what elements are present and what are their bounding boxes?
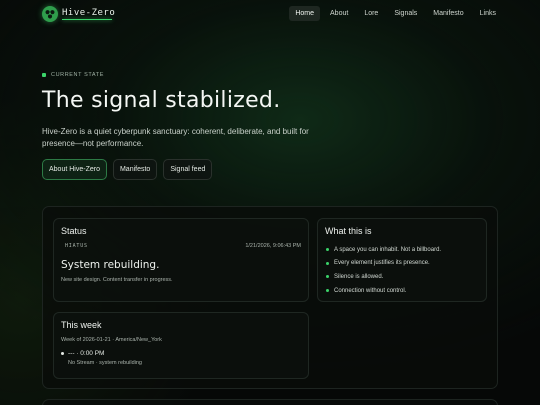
nav-manifesto[interactable]: Manifesto (427, 6, 469, 21)
bullet-icon (326, 289, 329, 293)
status-dot-icon (42, 73, 46, 77)
bullet-icon (326, 261, 329, 265)
manifesto-button[interactable]: Manifesto (112, 159, 158, 180)
status-headline: System rebuilding. (61, 259, 160, 271)
status-description: New site design. Content transfer in pro… (61, 277, 173, 283)
list-item: Every element justifies its presence. (326, 257, 441, 271)
kicker-label: CURRENT STATE (51, 72, 105, 78)
list-item-text: Every element justifies its presence. (334, 260, 430, 267)
nav-home[interactable]: Home (289, 6, 321, 21)
what-list: A space you can inhabit. Not a billboard… (326, 243, 441, 297)
week-range: Week of 2026-01-21 · America/New_York (61, 337, 162, 343)
hero-title: The signal stabilized. (42, 88, 281, 113)
hero-actions: About Hive-Zero Manifesto Signal feed (42, 159, 213, 180)
what-this-is-card: What this is A space you can inhabit. No… (317, 218, 487, 302)
nav-links[interactable]: Links (474, 6, 502, 21)
list-item-text: Silence is allowed. (334, 273, 384, 280)
nav-about[interactable]: About (324, 6, 354, 21)
what-card-title: What this is (325, 226, 372, 236)
hero-subtitle: Hive-Zero is a quiet cyberpunk sanctuary… (42, 127, 309, 148)
week-card-title: This week (61, 320, 102, 330)
list-item: Silence is allowed. (326, 270, 441, 284)
status-card-title: Status (61, 226, 87, 236)
main-nav: Home About Lore Signals Manifesto Links (289, 6, 502, 21)
schedule-entry-time: --- · 0:00 PM (68, 350, 105, 357)
current-state-kicker: CURRENT STATE (42, 72, 104, 78)
schedule-entry: --- · 0:00 PM No Stream · system rebuild… (61, 350, 142, 366)
next-panel-edge (42, 399, 498, 405)
site-header: Hive-Zero Home About Lore Signals Manife… (0, 0, 540, 28)
signal-feed-button[interactable]: Signal feed (163, 159, 213, 180)
schedule-entry-note: No Stream · system rebuilding (68, 360, 142, 366)
bullet-icon (326, 275, 329, 279)
site-logo-text[interactable]: Hive-Zero (62, 8, 115, 18)
bullet-icon (326, 248, 329, 252)
list-item: Connection without control. (326, 284, 441, 298)
list-item-text: Connection without control. (334, 287, 407, 294)
logo-underline (62, 19, 112, 20)
nav-signals[interactable]: Signals (388, 6, 423, 21)
status-timestamp: 1/21/2026, 9:06:43 PM (245, 243, 301, 249)
this-week-card: This week Week of 2026-01-21 · America/N… (53, 312, 309, 379)
nav-lore[interactable]: Lore (358, 6, 384, 21)
list-item: A space you can inhabit. Not a billboard… (326, 243, 441, 257)
status-card: Status HIATUS 1/21/2026, 9:06:43 PM Syst… (53, 218, 309, 302)
bullet-icon (61, 352, 64, 355)
schedule-entry-line: --- · 0:00 PM (61, 350, 142, 357)
about-hive-zero-button[interactable]: About Hive-Zero (42, 159, 107, 180)
hiatus-badge: HIATUS (65, 243, 88, 249)
list-item-text: A space you can inhabit. Not a billboard… (334, 246, 442, 253)
hive-logo-icon[interactable] (42, 6, 58, 22)
